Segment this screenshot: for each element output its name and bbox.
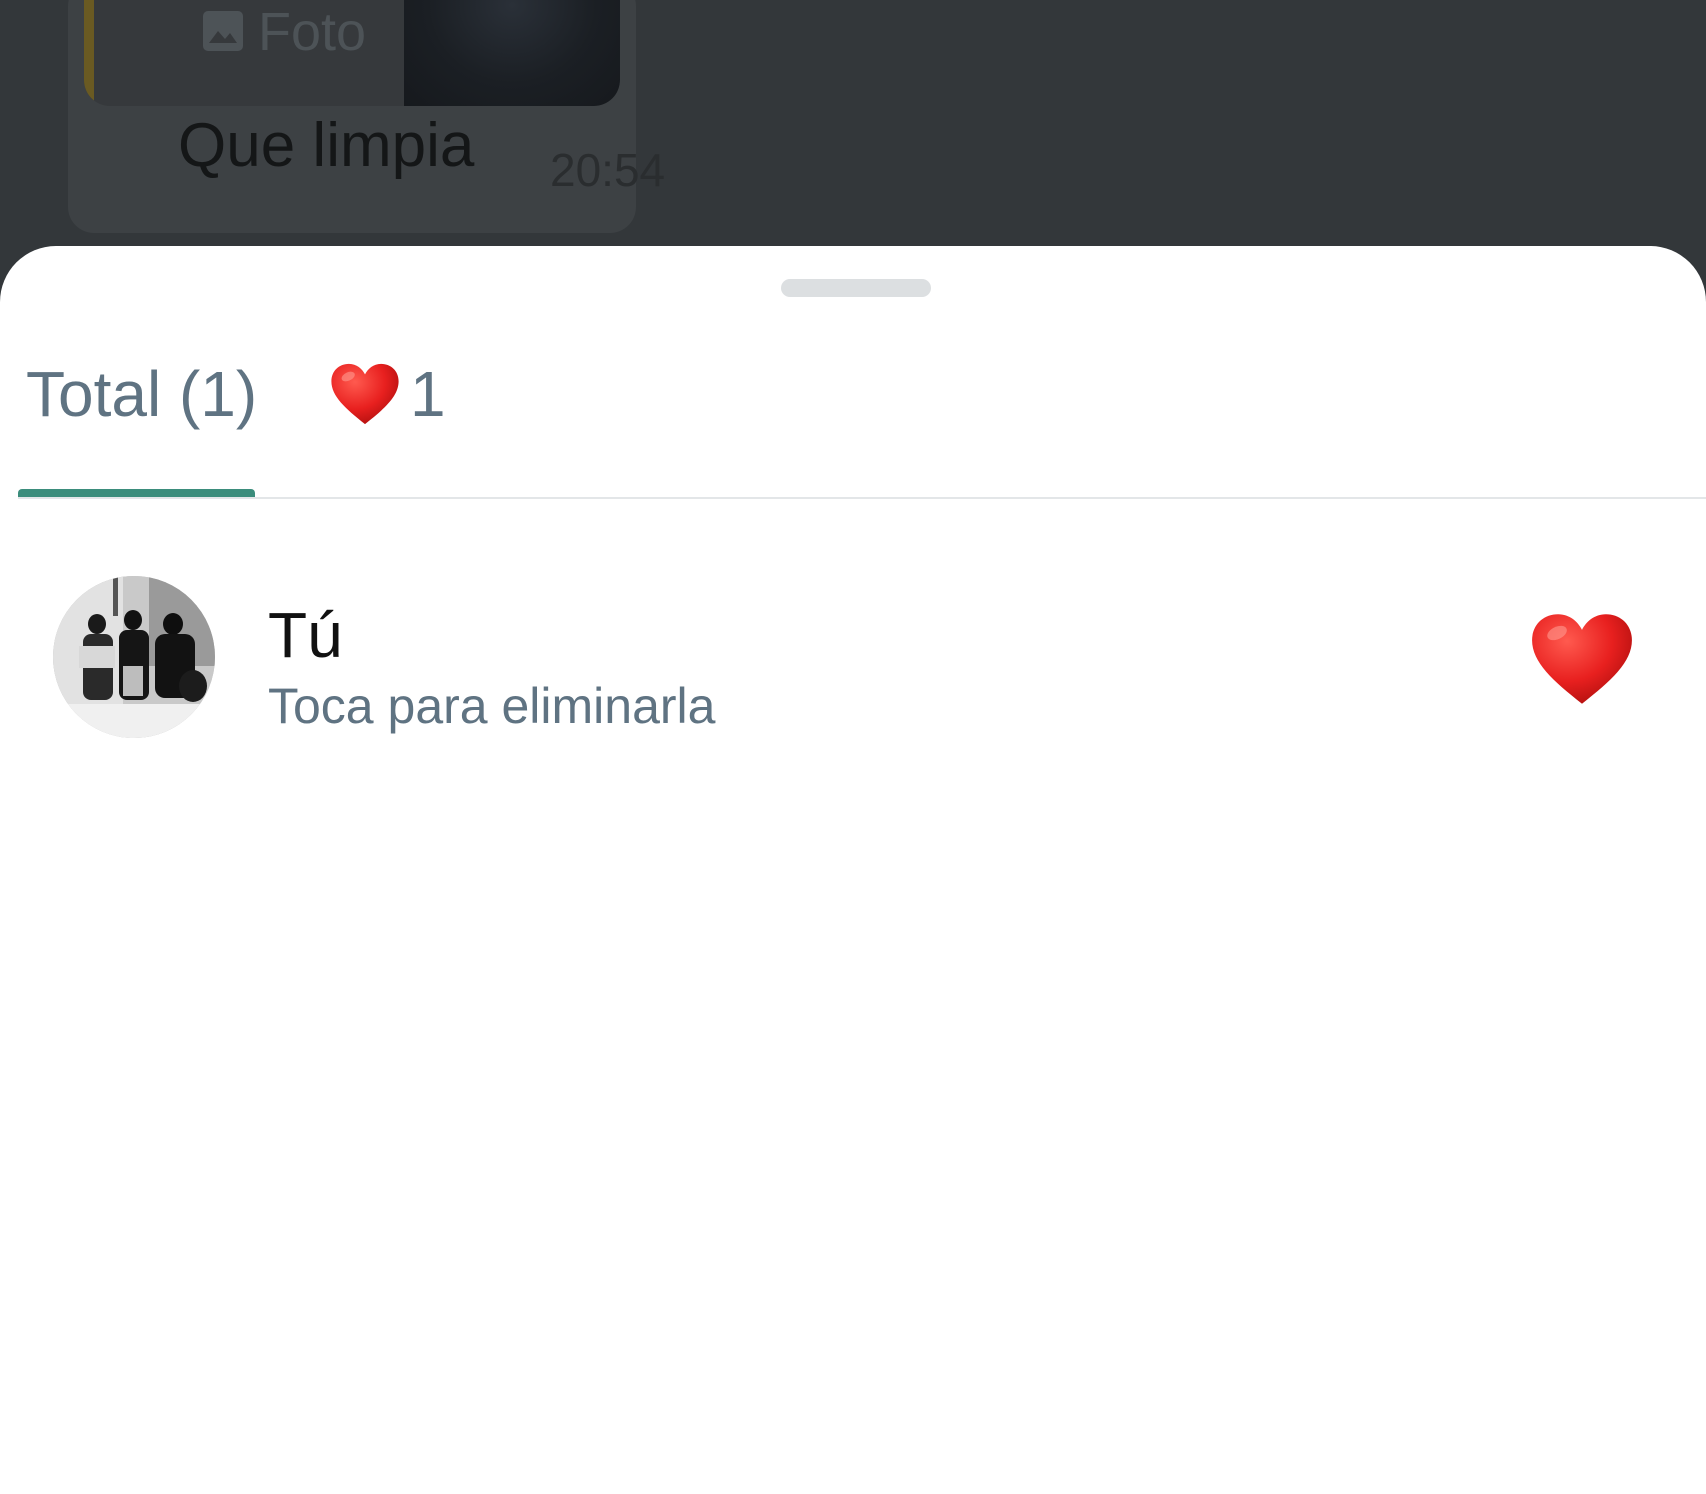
tabs-divider xyxy=(18,497,1706,499)
quoted-label: Foto xyxy=(258,2,367,62)
photo-icon xyxy=(203,11,243,51)
tab-heart[interactable]: 1 xyxy=(330,358,446,430)
heart-icon xyxy=(1532,614,1632,704)
sheet-drag-handle[interactable] xyxy=(781,279,931,297)
message-bubble[interactable]: Foto Que limpia 20:54 xyxy=(68,0,665,233)
reactor-name: Tú xyxy=(268,599,343,671)
tab-total-label: Total (1) xyxy=(26,358,258,430)
reactor-list-item[interactable]: Tú Toca para eliminarla xyxy=(0,576,1706,746)
avatar xyxy=(53,576,215,738)
tab-selection-indicator xyxy=(18,489,255,497)
message-text: Que limpia xyxy=(178,111,475,180)
message-timestamp: 20:54 xyxy=(550,144,666,196)
reactions-bottom-sheet: Total (1) 1 Tú Toca para eliminarla xyxy=(0,246,1706,1494)
tab-heart-count: 1 xyxy=(410,358,446,430)
tab-total[interactable]: Total (1) xyxy=(26,358,257,430)
heart-icon xyxy=(331,363,399,425)
remove-reaction-hint: Toca para eliminarla xyxy=(268,678,716,734)
quote-accent-bar xyxy=(84,0,94,106)
quoted-photo-thumbnail xyxy=(404,0,620,106)
